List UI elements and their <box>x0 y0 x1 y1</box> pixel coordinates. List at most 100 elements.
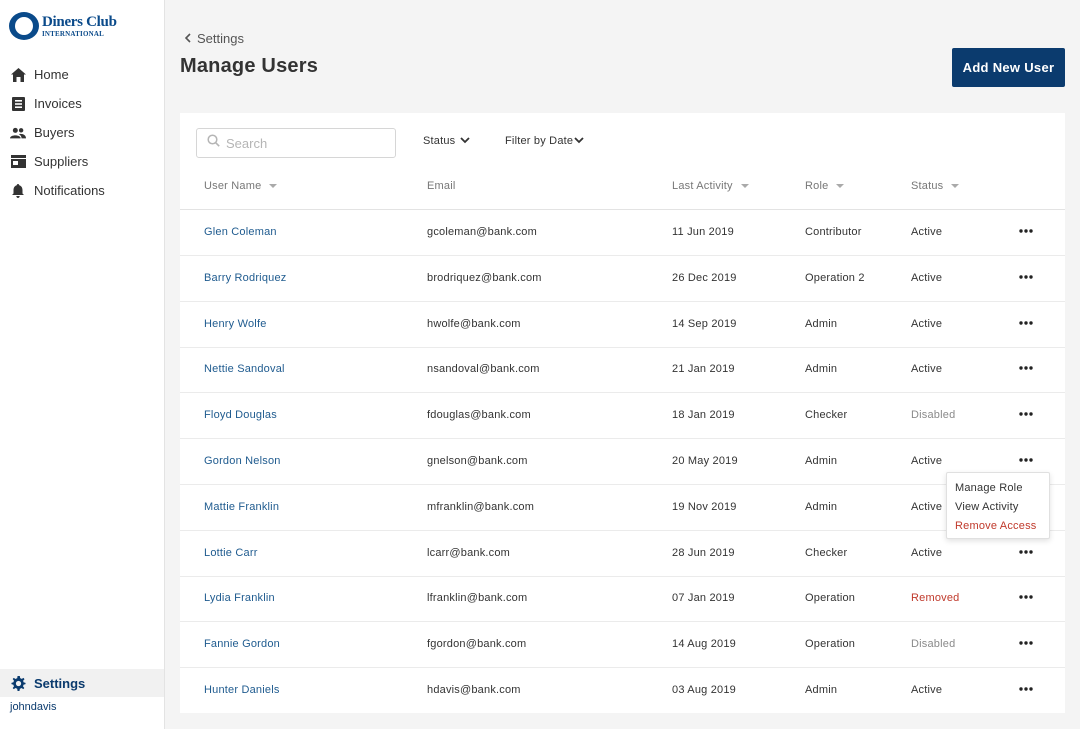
user-email: nsandoval@bank.com <box>427 363 540 376</box>
breadcrumb[interactable]: Settings <box>184 31 244 46</box>
user-role: Admin <box>805 317 838 330</box>
user-name-link[interactable]: Fannie Gordon <box>204 638 280 650</box>
user-email: fgordon@bank.com <box>427 638 527 651</box>
sidebar-item-label: Home <box>34 67 69 82</box>
sidebar-item-home[interactable]: Home <box>0 60 164 89</box>
bell-icon <box>10 183 26 199</box>
more-actions-icon[interactable] <box>1018 315 1034 331</box>
sidebar-item-label: Buyers <box>34 125 75 140</box>
chevron-down-icon <box>574 135 584 147</box>
user-name-link[interactable]: Henry Wolfe <box>204 318 267 330</box>
user-email: lfranklin@bank.com <box>427 592 528 605</box>
menu-item-manage-role[interactable]: Manage Role <box>947 481 1049 500</box>
user-name-link[interactable]: Mattie Franklin <box>204 501 279 513</box>
invoice-icon <box>10 96 26 112</box>
status-filter-dropdown[interactable]: Status <box>423 135 471 147</box>
diners-club-logo-icon <box>9 12 39 40</box>
users-table-card: Status Filter by Date User Name Email La… <box>180 113 1065 713</box>
user-role: Contributor <box>805 226 862 238</box>
table-row: Fannie Gordon fgordon@bank.com 14 Aug 2019… <box>180 622 1065 669</box>
user-name-link[interactable]: Gordon Nelson <box>204 455 281 467</box>
column-header-role[interactable]: Role <box>805 180 845 192</box>
last-activity-date: 14 Aug 2019 <box>672 638 736 651</box>
more-actions-icon[interactable] <box>1018 223 1034 239</box>
sidebar-item-label: Notifications <box>34 183 105 198</box>
more-actions-icon[interactable] <box>1018 681 1034 697</box>
user-name-link[interactable]: Lydia Franklin <box>204 592 275 604</box>
sort-caret-icon <box>269 184 278 188</box>
user-status: Active <box>911 455 943 467</box>
table-row: Nettie Sandoval nsandoval@bank.com 21 Jan … <box>180 347 1065 394</box>
last-activity-date: 03 Aug 2019 <box>672 684 736 696</box>
column-header-user-name[interactable]: User Name <box>204 180 278 192</box>
sidebar-item-label: Settings <box>34 675 86 691</box>
user-status: Disabled <box>911 409 956 422</box>
add-new-user-button[interactable]: Add New User <box>952 48 1065 87</box>
user-role: Admin <box>805 684 838 696</box>
column-header-label: Status <box>911 180 944 192</box>
last-activity-date: 19 Nov 2019 <box>672 500 737 513</box>
user-email: hdavis@bank.com <box>427 684 521 696</box>
user-status: Active <box>911 271 943 284</box>
more-actions-icon[interactable] <box>1018 360 1034 376</box>
column-header-last-activity[interactable]: Last Activity <box>672 180 749 192</box>
last-activity-date: 14 Sep 2019 <box>672 317 737 330</box>
user-name-link[interactable]: Lottie Carr <box>204 547 258 559</box>
sidebar-item-suppliers[interactable]: Suppliers <box>0 147 164 176</box>
column-header-label: User Name <box>204 180 262 192</box>
column-header-label: Role <box>805 180 829 192</box>
table-row: Floyd Douglas fdouglas@bank.com 18 Jan 201… <box>180 393 1065 440</box>
more-actions-icon[interactable] <box>1018 635 1034 651</box>
user-email: mfranklin@bank.com <box>427 500 535 513</box>
column-header-status[interactable]: Status <box>911 180 960 192</box>
gear-icon <box>10 675 26 691</box>
sidebar-item-buyers[interactable]: Buyers <box>0 118 164 147</box>
search-box[interactable] <box>196 128 396 158</box>
page-title: Manage Users <box>180 55 319 77</box>
more-actions-icon[interactable] <box>1018 452 1034 468</box>
more-actions-icon[interactable] <box>1018 269 1034 285</box>
more-actions-icon[interactable] <box>1018 406 1034 422</box>
sort-caret-icon <box>836 184 845 188</box>
user-status: Disabled <box>911 638 956 651</box>
table-row: Henry Wolfe hwolfe@bank.com 14 Sep 2019 Adm… <box>180 302 1065 348</box>
user-role: Operation <box>805 638 856 651</box>
last-activity-date: 07 Jan 2019 <box>672 592 735 605</box>
user-name-link[interactable]: Nettie Sandoval <box>204 363 285 375</box>
last-activity-date: 20 May 2019 <box>672 455 738 467</box>
more-actions-icon[interactable] <box>1018 544 1034 560</box>
user-status: Active <box>911 500 943 513</box>
more-actions-icon[interactable] <box>1018 589 1034 605</box>
last-activity-date: 11 Jun 2019 <box>672 226 734 238</box>
sort-caret-icon <box>740 184 749 188</box>
user-status: Active <box>911 546 943 559</box>
sort-caret-icon <box>951 184 960 188</box>
sidebar-item-notifications[interactable]: Notifications <box>0 176 164 205</box>
user-role: Admin <box>805 363 838 376</box>
date-filter-label: Filter by Date <box>505 135 574 147</box>
column-header-label: Last Activity <box>672 180 733 192</box>
user-status: Active <box>911 363 943 376</box>
user-name-link[interactable]: Glen Coleman <box>204 226 277 238</box>
sidebar-item-invoices[interactable]: Invoices <box>0 89 164 118</box>
sidebar-nav: Home Invoices Buyers Suppliers Notificat… <box>0 60 164 205</box>
user-role: Operation <box>805 592 856 605</box>
search-input[interactable] <box>226 135 386 151</box>
menu-item-remove-access[interactable]: Remove Access <box>947 519 1049 538</box>
user-status: Removed <box>911 592 960 605</box>
brand-name: Diners Club <box>42 13 117 30</box>
user-name-link[interactable]: Hunter Daniels <box>204 684 280 696</box>
date-filter-dropdown[interactable]: Filter by Date <box>505 135 584 147</box>
user-name-link[interactable]: Floyd Douglas <box>204 409 277 421</box>
column-header-label: Email <box>427 180 456 192</box>
menu-item-view-activity[interactable]: View Activity <box>947 500 1049 519</box>
table-row: Lydia Franklin lfranklin@bank.com 07 Jan 2… <box>180 576 1065 623</box>
user-email: gcoleman@bank.com <box>427 226 537 238</box>
current-username[interactable]: johndavis <box>10 701 56 713</box>
sidebar-item-settings[interactable]: Settings <box>0 669 164 697</box>
brand-sub: INTERNATIONAL <box>42 29 104 38</box>
chevron-left-icon <box>184 32 191 46</box>
search-icon <box>207 134 220 152</box>
user-name-link[interactable]: Barry Rodriquez <box>204 272 286 284</box>
brand-logo[interactable]: Diners Club INTERNATIONAL <box>9 12 117 40</box>
